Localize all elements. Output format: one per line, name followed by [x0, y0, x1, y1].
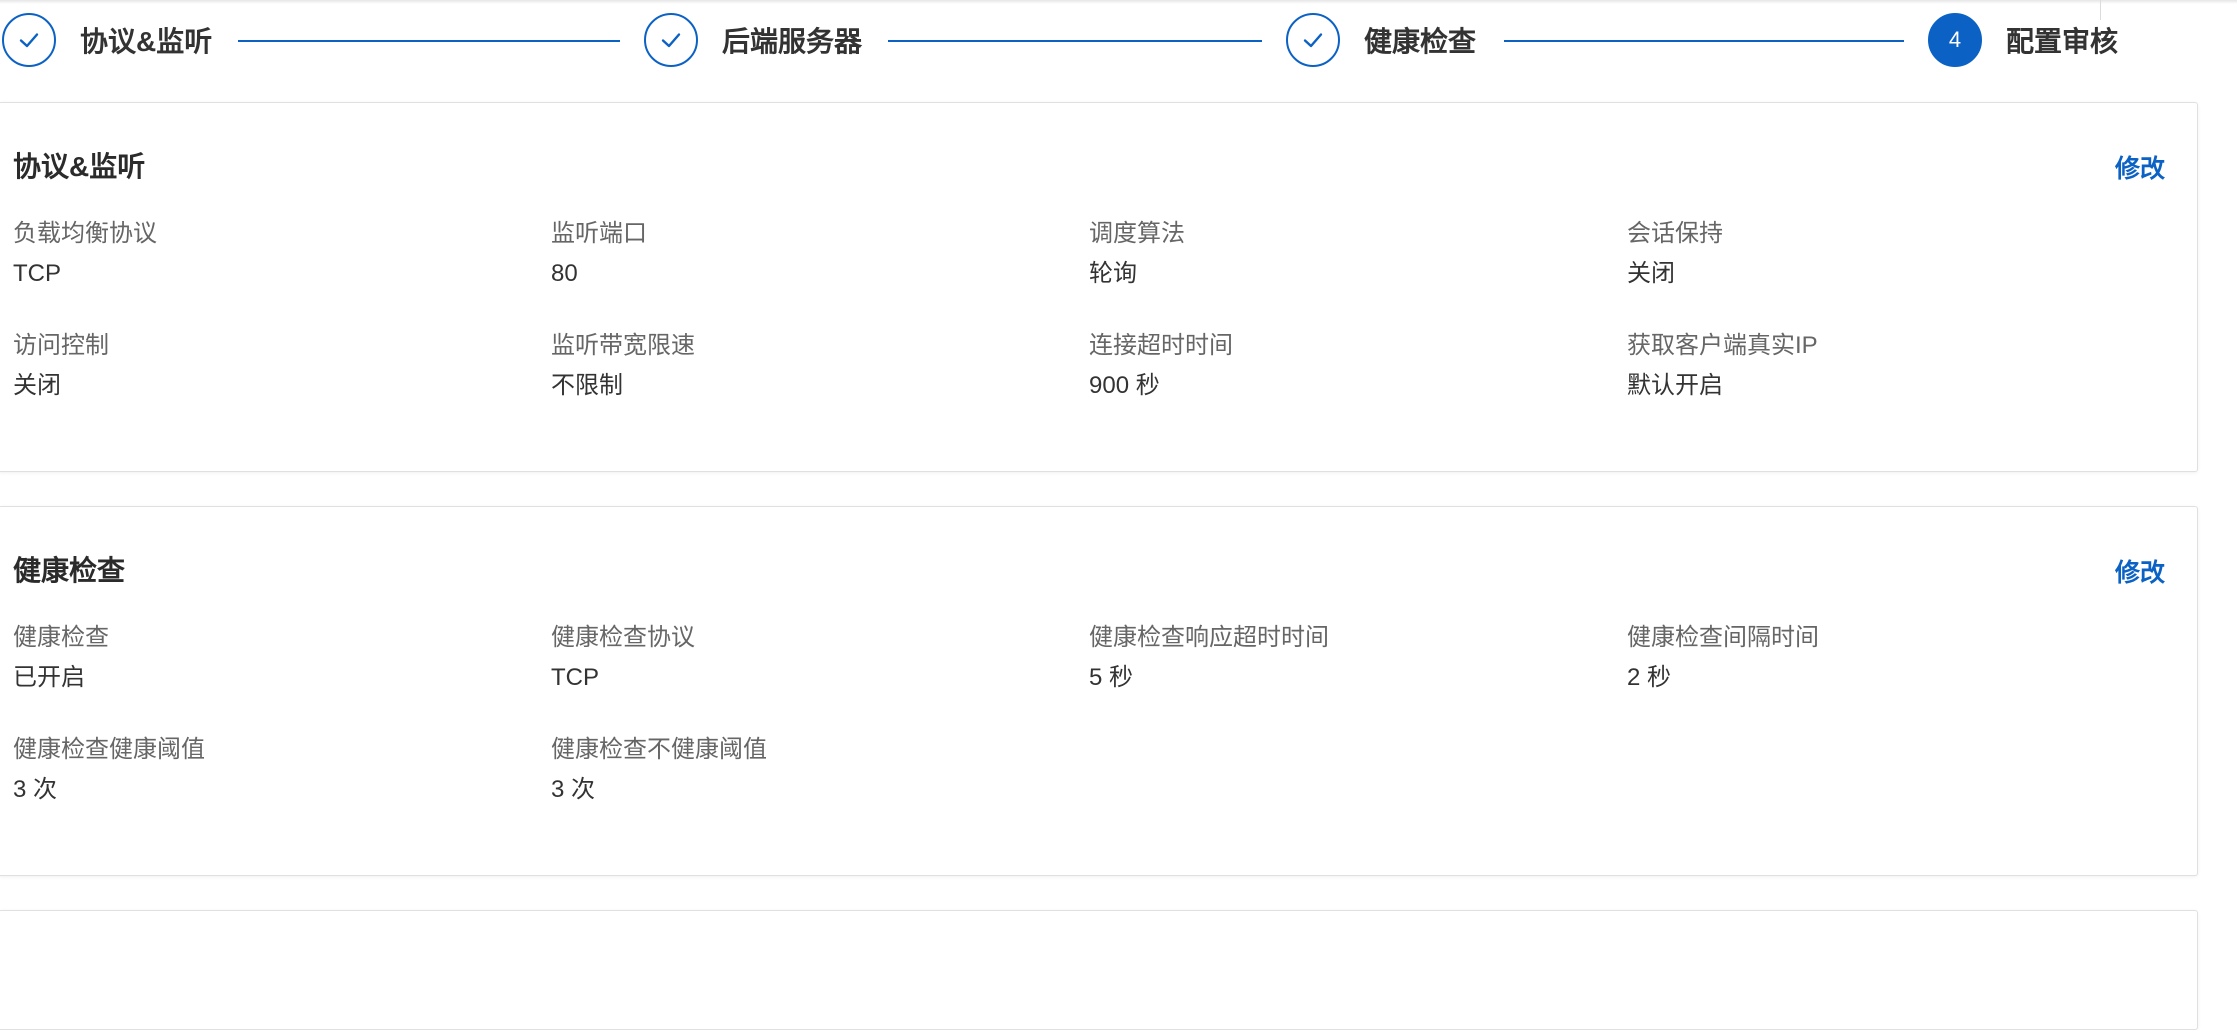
field-check-interval: 健康检查间隔时间 2 秒 — [1627, 623, 2147, 693]
field-healthy-threshold: 健康检查健康阈值 3 次 — [13, 735, 533, 805]
field-label: 健康检查 — [13, 624, 109, 651]
step-indicator: 协议&监听 后端服务器 健康检查 4 配置审核 — [0, 10, 2237, 70]
field-label: 监听带宽限速 — [551, 332, 695, 359]
step-backend-servers[interactable]: 后端服务器 — [644, 10, 862, 70]
field-label: 连接超时时间 — [1089, 332, 1233, 359]
check-icon — [1303, 33, 1323, 48]
field-response-timeout: 健康检查响应超时时间 5 秒 — [1089, 623, 1609, 693]
field-label: 负载均衡协议 — [13, 220, 157, 247]
card-title: 协议&监听 — [13, 151, 146, 182]
field-value: TCP — [551, 664, 599, 691]
step-done-circle — [644, 13, 698, 67]
field-value: 已开启 — [13, 664, 85, 691]
field-bandwidth-limit: 监听带宽限速 不限制 — [551, 331, 1071, 401]
step-active-circle: 4 — [1928, 13, 1982, 67]
top-shadow — [0, 0, 2237, 4]
step-label: 配置审核 — [2006, 26, 2119, 57]
edit-health-check-link[interactable]: 修改 — [2115, 553, 2165, 589]
check-icon — [19, 33, 39, 48]
step-done-circle — [2, 13, 56, 67]
field-health-check-status: 健康检查 已开启 — [13, 623, 533, 693]
step-connector — [1504, 40, 1904, 42]
field-label: 健康检查协议 — [551, 624, 695, 651]
step-label: 后端服务器 — [722, 26, 863, 57]
field-value: 3 次 — [551, 776, 596, 803]
field-value: 80 — [551, 260, 578, 287]
field-value: 默认开启 — [1627, 372, 1723, 399]
field-value: 不限制 — [551, 372, 623, 399]
field-value: 2 秒 — [1627, 664, 1672, 691]
field-value: 关闭 — [1627, 260, 1675, 287]
field-label: 访问控制 — [13, 332, 109, 359]
next-summary-card — [0, 910, 2198, 1030]
check-icon — [661, 33, 681, 48]
step-health-check[interactable]: 健康检查 — [1286, 10, 1476, 70]
field-health-check-protocol: 健康检查协议 TCP — [551, 623, 1071, 693]
field-label: 监听端口 — [551, 220, 647, 247]
step-label: 协议&监听 — [80, 26, 213, 57]
field-scheduling-algorithm: 调度算法 轮询 — [1089, 219, 1609, 289]
step-done-circle — [1286, 13, 1340, 67]
field-label: 健康检查响应超时时间 — [1089, 624, 1329, 651]
step-label: 健康检查 — [1364, 26, 1477, 57]
field-access-control: 访问控制 关闭 — [13, 331, 533, 401]
step-connector — [888, 40, 1262, 42]
field-listener-port: 监听端口 80 — [551, 219, 1071, 289]
field-connection-timeout: 连接超时时间 900 秒 — [1089, 331, 1609, 401]
field-lb-protocol: 负载均衡协议 TCP — [13, 219, 533, 289]
field-value: 关闭 — [13, 372, 61, 399]
field-label: 健康检查健康阈值 — [13, 736, 205, 763]
listener-summary-card: 协议&监听 修改 负载均衡协议 TCP 监听端口 80 调度算法 轮询 会话保持… — [0, 102, 2198, 472]
field-value: 3 次 — [13, 776, 58, 803]
field-client-real-ip: 获取客户端真实IP 默认开启 — [1627, 331, 2147, 401]
edit-listener-link[interactable]: 修改 — [2115, 149, 2165, 185]
field-value: 5 秒 — [1089, 664, 1134, 691]
field-value: 900 秒 — [1089, 372, 1160, 399]
field-session-persistence: 会话保持 关闭 — [1627, 219, 2147, 289]
health-check-summary-card: 健康检查 修改 健康检查 已开启 健康检查协议 TCP 健康检查响应超时时间 5… — [0, 506, 2198, 876]
field-unhealthy-threshold: 健康检查不健康阈值 3 次 — [551, 735, 1071, 805]
field-label: 健康检查不健康阈值 — [551, 736, 767, 763]
field-label: 会话保持 — [1627, 220, 1723, 247]
field-label: 健康检查间隔时间 — [1627, 624, 1819, 651]
step-connector — [238, 40, 620, 42]
field-label: 调度算法 — [1089, 220, 1185, 247]
step-protocol-listener[interactable]: 协议&监听 — [2, 10, 212, 70]
field-label: 获取客户端真实IP — [1627, 332, 1818, 359]
step-config-review[interactable]: 4 配置审核 — [1928, 10, 2118, 70]
step-number: 4 — [1948, 27, 1962, 52]
field-value: TCP — [13, 260, 61, 287]
field-value: 轮询 — [1089, 260, 1137, 287]
card-title: 健康检查 — [13, 555, 126, 586]
